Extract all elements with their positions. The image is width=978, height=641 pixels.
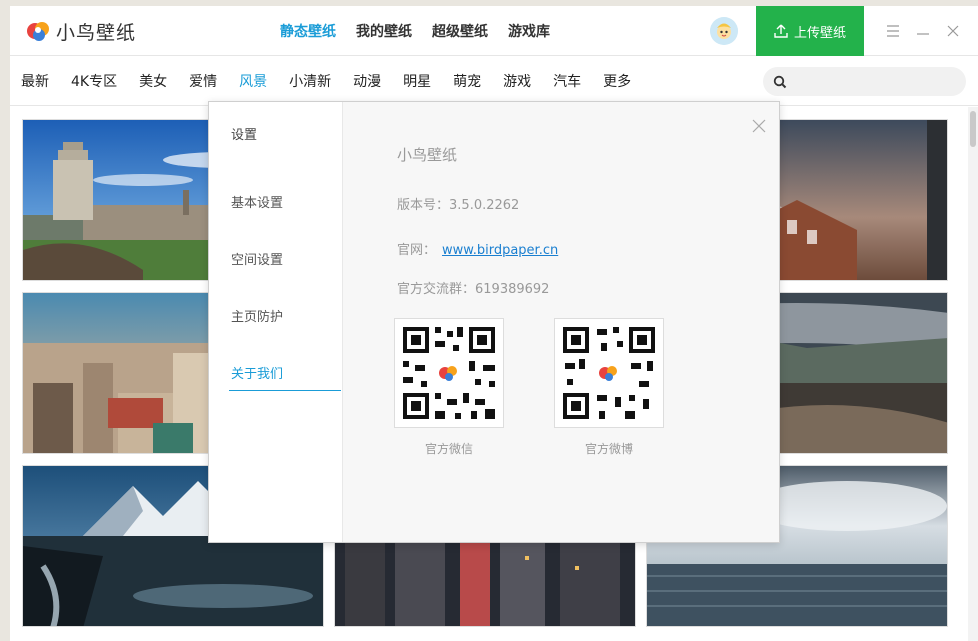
header: 小鸟壁纸 静态壁纸 我的壁纸 超级壁纸 游戏库 上传壁纸	[10, 6, 978, 56]
settings-item-space[interactable]: 空间设置	[231, 249, 343, 277]
category-cars[interactable]: 汽车	[553, 71, 581, 91]
category-stars[interactable]: 明星	[403, 71, 431, 91]
upload-wallpaper-button[interactable]: 上传壁纸	[756, 6, 864, 56]
about-app-name: 小鸟壁纸	[397, 146, 458, 164]
close-dialog-icon[interactable]	[752, 119, 766, 133]
close-window-icon[interactable]	[944, 22, 962, 40]
nav-my-wallpaper[interactable]: 我的壁纸	[356, 21, 412, 41]
weibo-qr-icon	[563, 327, 655, 419]
weibo-caption: 官方微博	[584, 442, 633, 456]
logo-text: 小鸟壁纸	[56, 21, 137, 44]
wechat-qr-code	[394, 318, 504, 428]
settings-item-homepage-protect[interactable]: 主页防护	[231, 306, 343, 334]
category-anime[interactable]: 动漫	[353, 71, 381, 91]
website-label: 官网：	[397, 243, 437, 258]
category-latest[interactable]: 最新	[21, 71, 49, 91]
nav-super-wallpaper[interactable]: 超级壁纸	[432, 21, 488, 41]
group-number: 619389692	[475, 282, 550, 297]
upload-icon	[774, 24, 788, 38]
app-window: 小鸟壁纸 静态壁纸 我的壁纸 超级壁纸 游戏库 上传壁纸 最新 4K专区 美女 …	[10, 6, 978, 641]
scrollbar-thumb[interactable]	[970, 111, 976, 147]
top-nav: 静态壁纸 我的壁纸 超级壁纸 游戏库	[280, 6, 570, 56]
category-love[interactable]: 爱情	[189, 71, 217, 91]
settings-sidebar: 设置 基本设置 空间设置 主页防护 关于我们	[209, 102, 343, 542]
bird-logo-icon	[27, 22, 49, 41]
category-scenery[interactable]: 风景	[239, 71, 267, 91]
logo[interactable]: 小鸟壁纸	[26, 18, 136, 44]
category-fresh[interactable]: 小清新	[289, 71, 331, 91]
website-row: 官网： www.birdpaper.cn	[397, 239, 558, 258]
nav-game-library[interactable]: 游戏库	[508, 21, 550, 41]
avatar-face-icon	[710, 17, 738, 45]
settings-item-about[interactable]: 关于我们	[229, 363, 341, 391]
wechat-qr-icon	[403, 327, 495, 419]
search-box[interactable]	[763, 67, 966, 96]
scrollbar[interactable]	[968, 107, 978, 641]
nav-static-wallpaper[interactable]: 静态壁纸	[280, 21, 336, 41]
wechat-caption: 官方微信	[424, 442, 473, 456]
group-label: 官方交流群：	[397, 282, 476, 297]
version-row: 版本号：3.5.0.2262	[397, 194, 519, 213]
category-more[interactable]: 更多	[603, 71, 631, 91]
category-games[interactable]: 游戏	[503, 71, 531, 91]
upload-label: 上传壁纸	[793, 25, 846, 41]
version-label: 版本号：	[397, 198, 450, 213]
group-row: 官方交流群：619389692	[397, 278, 549, 297]
category-list: 最新 4K专区 美女 爱情 风景 小清新 动漫 明星 萌宠 游戏 汽车 更多	[21, 56, 653, 106]
weibo-qr-code	[554, 318, 664, 428]
avatar[interactable]	[710, 17, 738, 45]
menu-icon[interactable]	[884, 22, 902, 40]
settings-item-basic[interactable]: 基本设置	[231, 192, 343, 220]
settings-dialog: 设置 基本设置 空间设置 主页防护 关于我们 小鸟壁纸 版本号：3.5.0.22…	[208, 101, 780, 543]
website-link[interactable]: www.birdpaper.cn	[442, 243, 558, 258]
minimize-icon[interactable]	[914, 22, 932, 40]
search-icon[interactable]	[773, 75, 787, 89]
category-4k[interactable]: 4K专区	[71, 71, 117, 91]
version-value: 3.5.0.2262	[449, 198, 520, 213]
settings-title: 设置	[231, 128, 258, 143]
category-beauty[interactable]: 美女	[139, 71, 167, 91]
search-input[interactable]	[793, 74, 963, 89]
category-pets[interactable]: 萌宠	[453, 71, 481, 91]
